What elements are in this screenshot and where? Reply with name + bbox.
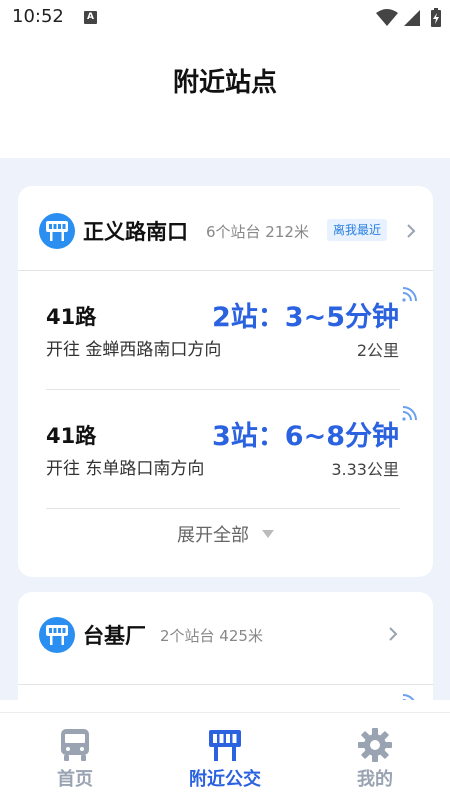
stop-list[interactable]: 正义路南口 6个站台 212米 离我最近 41路 开往 金蝉西路南口方向 2站：…: [0, 158, 450, 700]
bus-stop-icon: [39, 213, 75, 249]
divider: [46, 508, 400, 509]
page-title: 附近站点: [172, 68, 277, 98]
nav-nearby-bus[interactable]: 附近公交: [150, 713, 300, 800]
stop-header[interactable]: 正义路南口 6个站台 212米 离我最近: [18, 186, 433, 271]
stop-meta: 6个站台 212米: [206, 223, 309, 241]
stop-card: 正义路南口 6个站台 212米 离我最近 41路 开往 金蝉西路南口方向 2站：…: [18, 186, 433, 577]
gear-icon: [358, 728, 392, 762]
stop-name: 台基厂: [83, 624, 146, 648]
bus-icon: [61, 729, 89, 761]
realtime-signal-icon: [402, 694, 415, 700]
divider: [18, 684, 433, 685]
stop-name: 正义路南口: [83, 220, 188, 244]
notification-a-icon: A: [84, 11, 97, 24]
wifi-icon: [376, 9, 398, 26]
bus-stop-icon: [39, 617, 75, 653]
status-bar: 10:52 A: [0, 0, 450, 36]
nav-label: 我的: [357, 769, 393, 790]
chevron-right-icon: [407, 224, 416, 238]
route-eta: 3站：6~8分钟: [212, 421, 399, 452]
nearest-badge: 离我最近: [327, 219, 388, 241]
route-direction: 开往 金蝉西路南口方向: [46, 340, 222, 360]
route-name: 41路: [46, 424, 97, 448]
status-time: 10:52: [12, 6, 64, 27]
caret-down-icon: [262, 530, 275, 538]
route-distance: 2公里: [356, 341, 399, 360]
route-row[interactable]: 41路 开往 东单路口南方向 3站：6~8分钟 3.33公里: [18, 390, 433, 508]
nav-label: 附近公交: [189, 769, 261, 790]
realtime-signal-icon: [402, 406, 417, 421]
stop-header[interactable]: 台基厂 2个站台 425米: [18, 592, 433, 677]
bottom-nav: 首页 附近公交 我的: [0, 712, 450, 800]
app-header: 附近站点: [0, 36, 450, 158]
route-distance: 3.33公里: [331, 460, 399, 479]
route-row[interactable]: 41路 开往 金蝉西路南口方向 2站：3~5分钟 2公里: [18, 271, 433, 389]
cell-signal-icon: [404, 10, 420, 26]
nav-home[interactable]: 首页: [0, 713, 150, 800]
route-eta: 2站：3~5分钟: [212, 302, 399, 333]
route-name: 41路: [46, 305, 97, 329]
nav-label: 首页: [57, 769, 93, 790]
realtime-signal-icon: [402, 287, 417, 302]
bus-stop-icon: [209, 730, 241, 761]
chevron-right-icon: [389, 627, 398, 641]
route-direction: 开往 东单路口南方向: [46, 459, 205, 479]
stop-meta: 2个站台 425米: [160, 627, 263, 645]
expand-label: 展开全部: [176, 525, 249, 546]
expand-all-button[interactable]: 展开全部: [18, 521, 433, 571]
nav-me[interactable]: 我的: [300, 713, 450, 800]
stop-card: 台基厂 2个站台 425米: [18, 592, 433, 700]
battery-icon: [431, 8, 441, 27]
